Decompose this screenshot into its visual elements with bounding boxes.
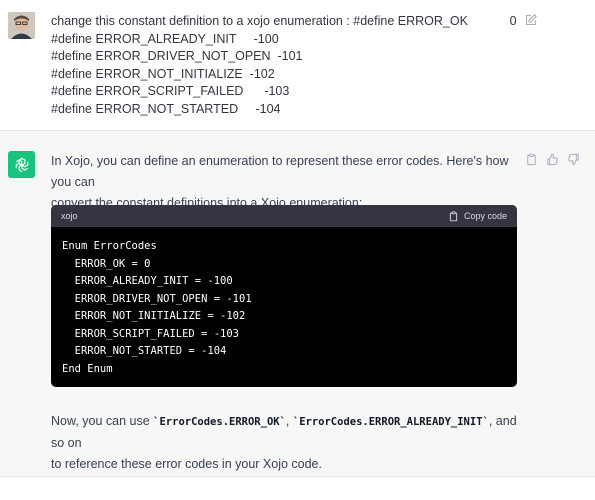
code-line: ERROR_NOT_INITIALIZE = -102: [62, 310, 246, 322]
assistant-followup-text: Now, you can use `ErrorCodes.ERROR_OK`, …: [51, 411, 531, 475]
assistant-message-row: In Xojo, you can define an enumeration t…: [0, 131, 595, 477]
followup-text-segment: ,: [285, 414, 293, 428]
message-actions: [525, 153, 580, 166]
user-message-line: #define ERROR_ALREADY_INIT -100: [51, 31, 279, 46]
assistant-followup-line: Now, you can use `ErrorCodes.ERROR_OK`, …: [51, 411, 531, 454]
user-avatar: [8, 12, 35, 39]
code-line: ERROR_OK = 0: [62, 257, 151, 270]
copy-code-label: Copy code: [463, 211, 507, 221]
clipboard-icon[interactable]: [525, 153, 538, 166]
user-message-text: change this constant definition to a xoj…: [51, 13, 521, 118]
edit-icon[interactable]: [524, 13, 538, 27]
code-line: End Enum: [62, 362, 113, 375]
code-language-label: xojo: [61, 211, 78, 221]
assistant-followup-line: to reference these error codes in your X…: [51, 457, 322, 471]
code-line: ERROR_ALREADY_INIT = -100: [62, 275, 233, 287]
user-message-line: change this constant definition to a xoj…: [51, 14, 517, 28]
user-message-row: change this constant definition to a xoj…: [0, 0, 595, 131]
user-message-line: #define ERROR_NOT_INITIALIZE -102: [51, 66, 275, 81]
chatgpt-logo-icon: [8, 151, 35, 178]
thumbs-up-icon[interactable]: [546, 153, 559, 166]
inline-code: `ErrorCodes.ERROR_OK`: [153, 416, 286, 428]
thumbs-down-icon[interactable]: [567, 153, 580, 166]
code-line: ERROR_NOT_STARTED = -104: [62, 345, 227, 357]
clipboard-icon: [449, 210, 458, 221]
user-message-line: #define ERROR_SCRIPT_FAILED -103: [51, 84, 290, 98]
assistant-intro-line: In Xojo, you can define an enumeration t…: [51, 154, 509, 189]
copy-code-button[interactable]: Copy code: [448, 210, 507, 222]
code-content: Enum ErrorCodes ERROR_OK = 0 ERROR_ALREA…: [51, 227, 517, 387]
code-line: ERROR_SCRIPT_FAILED = -103: [62, 327, 240, 340]
code-line: Enum ErrorCodes: [62, 240, 157, 252]
inline-code: `ErrorCodes.ERROR_ALREADY_INIT`: [292, 416, 489, 428]
code-block: xojo Copy code Enum ErrorCodes ERROR_OK …: [51, 205, 517, 387]
code-block-header: xojo Copy code: [51, 205, 517, 227]
user-message-line: #define ERROR_NOT_STARTED -104: [51, 101, 281, 116]
user-message-line: #define ERROR_DRIVER_NOT_OPEN -101: [51, 49, 303, 63]
followup-text-segment: Now, you can use: [51, 414, 154, 428]
code-line: ERROR_DRIVER_NOT_OPEN = -101: [62, 292, 252, 305]
